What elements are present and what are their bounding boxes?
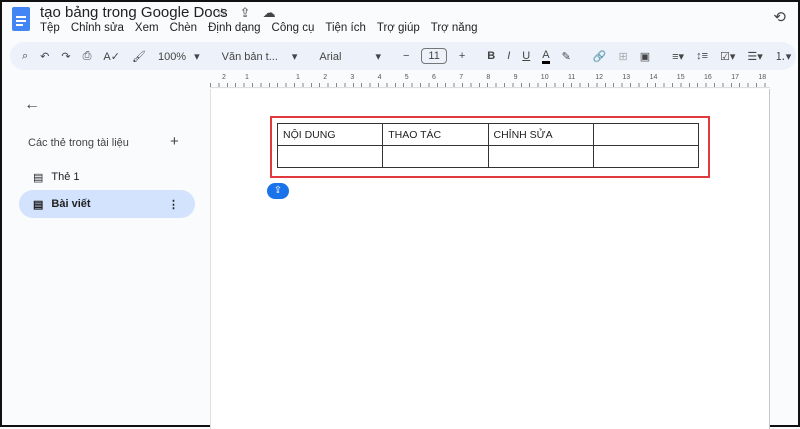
sidebar-item-bai-viet[interactable]: ▤ Bài viết ⋮: [19, 190, 195, 218]
ruler-label: 18: [758, 74, 767, 81]
table-cell[interactable]: NỘI DUNG: [276, 123, 384, 146]
bold-icon[interactable]: B: [487, 50, 495, 62]
align-icon[interactable]: ≡▾: [672, 50, 684, 63]
redo-icon[interactable]: ↷: [61, 50, 70, 63]
ruler-label: 1: [245, 74, 249, 81]
link-icon[interactable]: 🔗: [593, 50, 607, 63]
undo-icon[interactable]: ↶: [40, 50, 49, 63]
star-icon[interactable]: ☆: [216, 5, 228, 21]
document-page[interactable]: NỘI DUNG THAO TÁC CHỈNH SỬA ⇪: [210, 89, 770, 429]
menu-accessibility[interactable]: Trợ năng: [431, 22, 478, 34]
ruler-label: 17: [731, 74, 739, 81]
zoom-value: 100%: [157, 50, 187, 63]
decrease-font-icon[interactable]: −: [403, 50, 409, 62]
document-title[interactable]: tạo bảng trong Google Docs: [40, 4, 228, 21]
spellcheck-icon[interactable]: A✓: [103, 50, 120, 63]
menu-bar: Tệp Chỉnh sửa Xem Chèn Định dạng Công cụ…: [40, 22, 478, 34]
style-select[interactable]: Văn bản t... ▾: [222, 50, 298, 63]
table-cell[interactable]: [592, 145, 700, 168]
ruler-label: 2: [323, 74, 328, 81]
zoom-select[interactable]: 100% ▾: [158, 50, 200, 63]
sidebar: ← Các thẻ trong tài liệu + ▤ Thẻ 1 ▤ Bài v…: [2, 88, 209, 427]
increase-font-icon[interactable]: +: [459, 50, 465, 62]
ruler-label: 8: [486, 74, 491, 81]
menu-tools[interactable]: Công cụ: [272, 22, 315, 34]
font-size-input[interactable]: 11: [421, 48, 447, 64]
cloud-icon[interactable]: ☁: [263, 5, 276, 21]
more-options-icon[interactable]: ⋮: [168, 198, 179, 211]
numbered-list-icon[interactable]: ⒈▾: [775, 48, 792, 64]
table-cell[interactable]: [487, 145, 594, 168]
table-cell[interactable]: [276, 145, 384, 168]
table-row: NỘI DUNG THAO TÁC CHỈNH SỬA: [276, 123, 700, 146]
ruler-label: 4: [377, 74, 382, 81]
comment-icon[interactable]: ⊞: [619, 50, 628, 63]
italic-icon[interactable]: I: [507, 50, 510, 62]
style-value: Văn bản t...: [221, 50, 278, 63]
header: tạo bảng trong Google Docs ☆ ⇪ ☁ Tệp Chỉnh…: [2, 2, 798, 42]
ruler-label: 5: [404, 74, 409, 81]
table-cell[interactable]: CHỈNH SỬA: [487, 123, 594, 146]
menu-help[interactable]: Trợ giúp: [377, 22, 420, 34]
ruler-label: 12: [595, 74, 603, 81]
ruler-label: 9: [513, 74, 518, 81]
ruler-label: 15: [676, 74, 685, 81]
table-cell[interactable]: [592, 123, 700, 146]
highlight-icon[interactable]: ✎: [562, 50, 571, 63]
paint-format-icon[interactable]: 🖌: [132, 50, 146, 63]
menu-extensions[interactable]: Tiện ích: [325, 22, 365, 34]
ruler-label: 10: [540, 74, 549, 81]
menu-insert[interactable]: Chèn: [170, 22, 198, 34]
font-select[interactable]: Arial ▾: [319, 50, 381, 63]
move-icon[interactable]: ⇪: [240, 5, 251, 21]
ruler-label: 16: [704, 74, 712, 81]
sidebar-item-label: Thẻ 1: [51, 171, 80, 183]
sidebar-item-label: Bài viết: [51, 198, 91, 210]
add-tab-icon[interactable]: +: [170, 133, 179, 150]
menu-file[interactable]: Tệp: [40, 22, 60, 34]
table-cell[interactable]: [382, 145, 489, 168]
table-cell[interactable]: THAO TÁC: [382, 123, 489, 146]
ruler[interactable]: 2 1 1 2 3 4 5 6 7 8 9 10 11 12 13 14 15 16 17 18: [210, 74, 770, 88]
ruler-label: 3: [350, 74, 355, 81]
menu-view[interactable]: Xem: [135, 22, 159, 34]
sidebar-heading: Các thẻ trong tài liệu: [28, 137, 129, 149]
ruler-label: 6: [432, 74, 436, 81]
ruler-label: 7: [459, 74, 464, 81]
document-tab-icon: ▤: [33, 171, 44, 184]
underline-icon[interactable]: U: [522, 50, 530, 62]
toolbar: ⌕ ↶ ↷ ⎙ A✓ 🖌 100% ▾ Văn bản t... ▾ Arial ▾ …: [10, 42, 796, 70]
ruler-label: 14: [649, 74, 658, 81]
print-icon[interactable]: ⎙: [83, 50, 92, 63]
docs-logo-icon[interactable]: [12, 7, 30, 31]
document-tab-icon: ▤: [33, 198, 44, 211]
search-icon[interactable]: ⌕: [22, 50, 28, 63]
ruler-label: 11: [568, 74, 576, 81]
text-color-icon[interactable]: A: [542, 49, 550, 64]
checklist-icon[interactable]: ☑▾: [720, 50, 735, 63]
bullet-list-icon[interactable]: ☰▾: [747, 50, 762, 63]
back-arrow-icon[interactable]: ←: [24, 96, 40, 114]
ruler-label: 13: [622, 74, 631, 81]
menu-edit[interactable]: Chỉnh sửa: [71, 22, 124, 34]
table-row: [276, 145, 700, 168]
ruler-label: 2: [222, 74, 226, 81]
font-value: Arial: [319, 50, 342, 63]
sidebar-item-the-1[interactable]: ▤ Thẻ 1: [19, 163, 195, 191]
document-table[interactable]: NỘI DUNG THAO TÁC CHỈNH SỬA: [276, 123, 700, 168]
ai-suggest-button[interactable]: ⇪: [267, 183, 289, 199]
ruler-label: 1: [296, 74, 300, 81]
image-icon[interactable]: ▣: [640, 50, 650, 63]
history-icon[interactable]: ⟲: [773, 8, 786, 26]
menu-format[interactable]: Định dạng: [208, 22, 260, 34]
line-spacing-icon[interactable]: ↕≡: [696, 50, 708, 62]
